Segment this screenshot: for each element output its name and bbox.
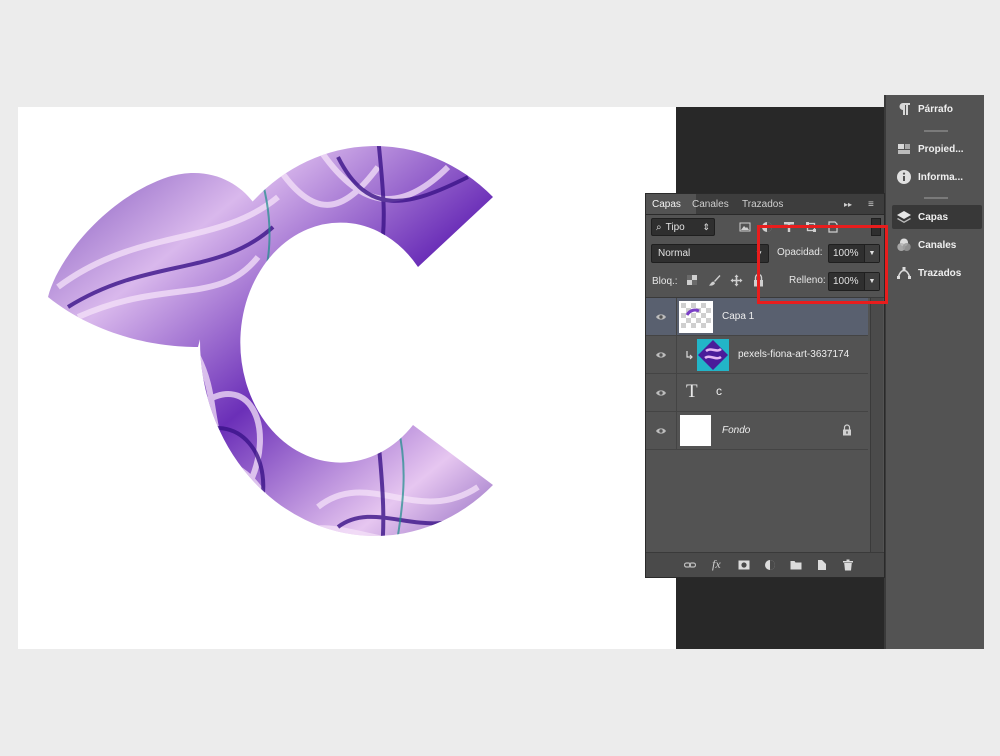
new-layer-icon[interactable] xyxy=(816,559,828,571)
channels-icon xyxy=(897,238,911,251)
layer-thumbnail-pexels xyxy=(697,339,729,371)
visibility-eye-icon[interactable] xyxy=(655,311,667,323)
dock-item-channels-label: Canales xyxy=(918,239,957,251)
dock-item-paragraph[interactable]: Párrafo xyxy=(892,97,982,121)
layer-name: c xyxy=(716,384,722,398)
visibility-eye-icon[interactable] xyxy=(655,425,667,437)
search-icon: ⌕ xyxy=(656,221,662,233)
adjustment-layer-icon[interactable] xyxy=(764,559,776,571)
new-group-folder-icon[interactable] xyxy=(790,559,802,571)
lock-position-move-icon[interactable] xyxy=(730,274,743,287)
tab-channels[interactable]: Canales xyxy=(686,194,735,214)
document-canvas[interactable] xyxy=(18,107,676,649)
panel-bottom-bar: fx xyxy=(646,552,884,577)
info-icon xyxy=(897,170,911,184)
layer-name: Capa 1 xyxy=(722,311,755,322)
eye-column-divider xyxy=(676,336,677,373)
layer-style-fx-icon[interactable]: fx xyxy=(712,557,721,572)
marbled-c-artwork xyxy=(48,146,493,537)
layer-filter-select[interactable]: ⌕ Tipo ⇕ xyxy=(651,218,715,236)
lock-pixels-brush-icon[interactable] xyxy=(708,274,721,287)
dock-item-layers-label: Capas xyxy=(918,211,949,223)
dock-item-info-label: Informa... xyxy=(918,171,964,183)
layers-scrollbar[interactable] xyxy=(870,298,883,553)
expand-panel-icon[interactable]: ▸▸ xyxy=(838,194,858,214)
dock-divider xyxy=(924,130,948,132)
dock-item-properties[interactable]: Propied... xyxy=(892,137,982,161)
blend-mode-select[interactable]: Normal ▼ xyxy=(651,244,769,263)
paragraph-icon xyxy=(899,103,910,115)
layer-row-fondo[interactable]: Fondo xyxy=(646,412,868,450)
layer-thumbnail-fondo xyxy=(680,415,711,446)
paths-icon xyxy=(897,267,911,279)
delete-layer-trash-icon[interactable] xyxy=(842,559,854,571)
updown-arrows-icon: ⇕ xyxy=(702,221,710,232)
add-mask-icon[interactable] xyxy=(738,559,750,571)
clipping-mask-arrow-icon xyxy=(686,351,693,360)
properties-icon xyxy=(898,144,910,154)
layer-thumbnail-capa-1 xyxy=(679,301,713,333)
text-layer-type-icon: T xyxy=(686,381,698,402)
eye-column-divider xyxy=(676,374,677,411)
visibility-eye-icon[interactable] xyxy=(655,349,667,361)
lock-transparency-icon[interactable] xyxy=(686,274,698,286)
visibility-eye-icon[interactable] xyxy=(655,387,667,399)
link-layers-icon[interactable] xyxy=(684,559,696,571)
eye-column-divider xyxy=(676,412,677,449)
eye-column-divider xyxy=(676,298,677,335)
panel-dock: Párrafo Propied... Informa... Capas Cana… xyxy=(884,95,984,649)
dock-item-channels[interactable]: Canales xyxy=(892,233,982,257)
layer-lock-icon xyxy=(843,424,851,436)
lock-label: Bloq.: xyxy=(652,276,678,287)
dock-item-paragraph-label: Párrafo xyxy=(918,103,954,115)
layers-list: Capa 1 pexels-fiona-art-3637174 T c Fond… xyxy=(646,297,884,553)
dock-divider xyxy=(924,197,948,199)
layer-filter-label: Tipo xyxy=(665,221,685,233)
tab-paths[interactable]: Trazados xyxy=(736,194,789,214)
dock-item-layers[interactable]: Capas xyxy=(892,205,982,229)
layer-row-pexels[interactable]: pexels-fiona-art-3637174 xyxy=(646,336,868,374)
dock-item-paths-label: Trazados xyxy=(918,267,962,279)
highlight-annotation-box xyxy=(757,225,888,304)
layer-row-text-c[interactable]: T c xyxy=(646,374,868,412)
layers-icon xyxy=(897,211,911,223)
dock-item-paths[interactable]: Trazados xyxy=(892,261,982,285)
dock-item-info[interactable]: Informa... xyxy=(892,165,982,189)
panel-menu-icon[interactable]: ≡ xyxy=(862,194,880,214)
panel-tab-bar: Capas Canales Trazados ▸▸ ≡ xyxy=(646,194,884,215)
layer-name: pexels-fiona-art-3637174 xyxy=(738,349,850,360)
dock-item-properties-label: Propied... xyxy=(918,143,964,155)
layer-name: Fondo xyxy=(722,425,751,436)
image-filter-icon[interactable] xyxy=(739,221,751,233)
blend-mode-value: Normal xyxy=(658,248,691,259)
